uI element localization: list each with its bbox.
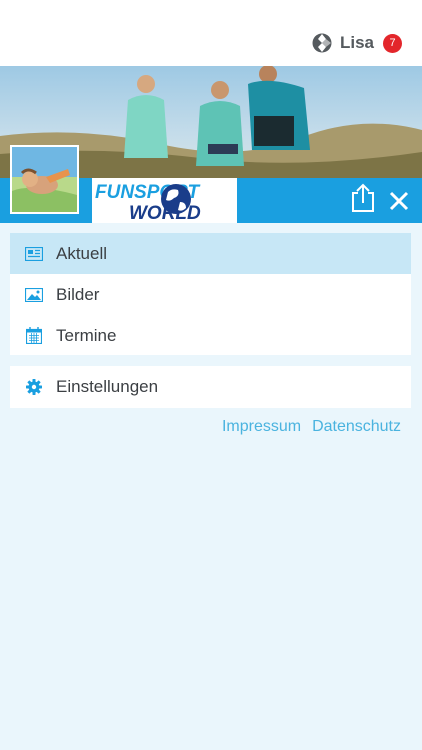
share-button[interactable]	[350, 183, 376, 213]
menu-item-aktuell[interactable]: Aktuell	[10, 233, 411, 274]
menu-item-label: Einstellungen	[56, 376, 159, 396]
notification-badge[interactable]: 7	[383, 33, 402, 53]
globe-icon	[161, 184, 191, 214]
settings-menu: Einstellungen	[10, 366, 411, 408]
menu-item-termine[interactable]: Termine	[10, 315, 411, 356]
image-icon	[24, 285, 44, 305]
funsport-world-logo: FUNSPORT WORLD	[92, 178, 237, 223]
app-logo-icon	[312, 33, 332, 53]
datenschutz-link[interactable]: Datenschutz	[312, 418, 401, 436]
close-button[interactable]	[388, 190, 410, 212]
menu-item-label: Aktuell	[56, 243, 108, 263]
top-bar: Lisa 7	[0, 0, 422, 66]
user-name: Lisa	[339, 33, 374, 52]
impressum-link[interactable]: Impressum	[222, 418, 301, 436]
main-menu: Aktuell Bilder Termine	[10, 233, 411, 355]
gear-icon	[24, 377, 44, 397]
menu-item-label: Bilder	[56, 284, 100, 304]
menu-item-einstellungen[interactable]: Einstellungen	[10, 366, 411, 407]
user-chip[interactable]: Lisa 7	[312, 33, 402, 53]
newspaper-icon	[24, 244, 44, 264]
avatar[interactable]	[10, 145, 79, 214]
close-icon	[389, 191, 409, 211]
share-icon	[352, 183, 374, 212]
menu-item-label: Termine	[56, 325, 117, 345]
menu-item-bilder[interactable]: Bilder	[10, 274, 411, 315]
calendar-icon	[24, 326, 44, 346]
footer-links: Impressum Datenschutz	[222, 418, 401, 436]
